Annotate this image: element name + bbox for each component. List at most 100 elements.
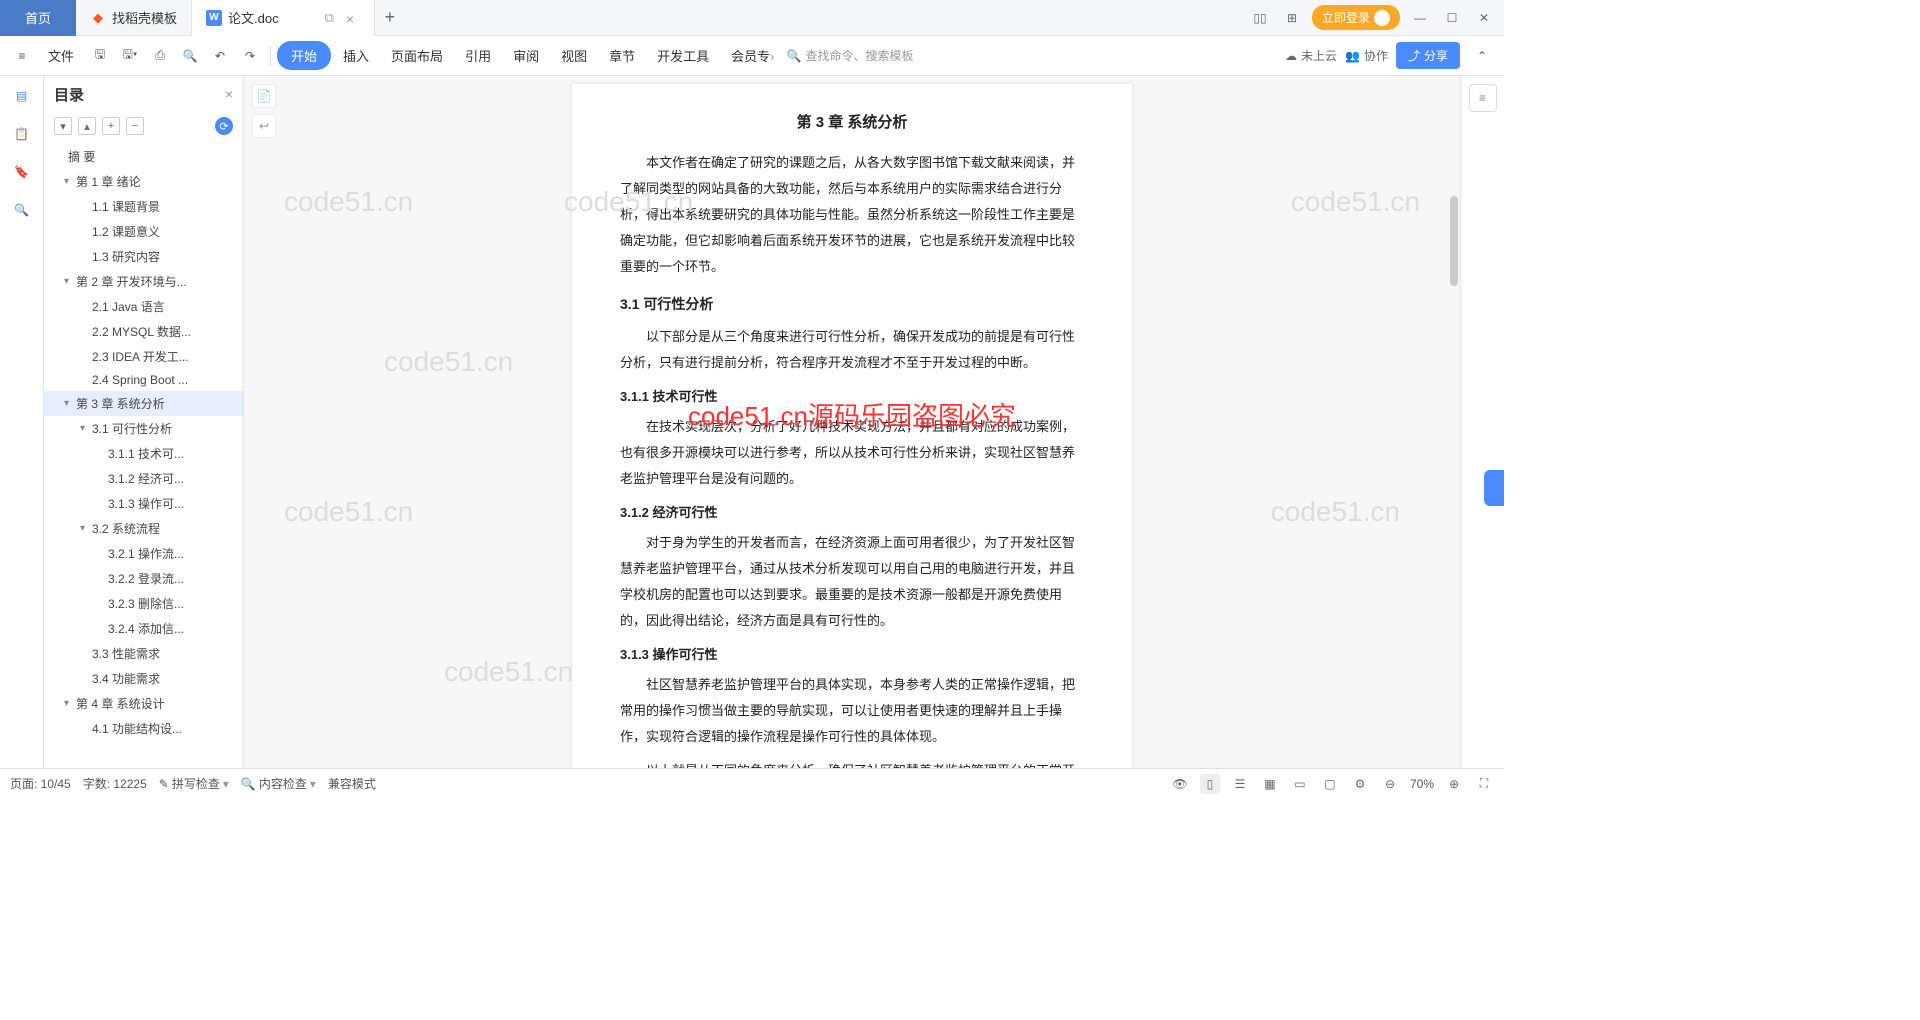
expand-all-icon[interactable]: ▴ xyxy=(78,117,96,135)
outline-item[interactable]: 3.3 性能需求 xyxy=(44,641,243,666)
coop-button[interactable]: 👥协作 xyxy=(1345,47,1388,64)
settings-icon[interactable]: ⚙ xyxy=(1350,774,1370,794)
outline-item[interactable]: ▾第 4 章 系统设计 xyxy=(44,691,243,716)
outline-item[interactable]: 2.3 IDEA 开发工... xyxy=(44,344,243,369)
outline-item[interactable]: ▾第 1 章 绪论 xyxy=(44,169,243,194)
cloud-status[interactable]: ☁未上云 xyxy=(1285,47,1337,64)
zoom-in-icon[interactable]: ⊕ xyxy=(1444,774,1464,794)
preview-icon[interactable]: 🔍 xyxy=(176,42,204,70)
clipboard-icon[interactable]: 📋 xyxy=(10,122,34,146)
back-icon[interactable]: ↩ xyxy=(252,114,276,138)
layout-icon[interactable]: ▯▯ xyxy=(1248,6,1272,30)
close-icon[interactable]: × xyxy=(346,11,360,25)
share-icon: ⤴ xyxy=(1408,47,1420,64)
menu-icon[interactable]: ≡ xyxy=(8,42,36,70)
tab-home[interactable]: 首页 xyxy=(0,0,76,36)
view-page-icon[interactable]: ▯ xyxy=(1200,774,1220,794)
page-indicator[interactable]: 页面: 10/45 xyxy=(10,775,71,792)
remove-icon[interactable]: − xyxy=(126,117,144,135)
outline-item[interactable]: 2.4 Spring Boot ... xyxy=(44,369,243,391)
login-button[interactable]: 立即登录 xyxy=(1312,5,1400,30)
menu-review[interactable]: 审阅 xyxy=(503,40,549,71)
heading-3-1-1: 3.1.1 技术可行性 xyxy=(620,384,1084,410)
save-icon[interactable]: 🖫 xyxy=(86,42,114,70)
outline-item[interactable]: 3.2.4 添加信... xyxy=(44,616,243,641)
outline-item[interactable]: 4.1 功能结构设... xyxy=(44,716,243,741)
word-count[interactable]: 字数: 12225 xyxy=(83,775,147,792)
outline-item[interactable]: 3.1.2 经济可... xyxy=(44,466,243,491)
outline-item[interactable]: 摘 要 xyxy=(44,144,243,169)
side-tab-button[interactable] xyxy=(1484,470,1504,506)
paragraph: 以下部分是从三个角度来进行可行性分析，确保开发成功的前提是有可行性分析，只有进行… xyxy=(620,324,1084,376)
outline-item[interactable]: 1.2 课题意义 xyxy=(44,219,243,244)
menu-vip[interactable]: 会员专› xyxy=(721,40,784,71)
bookmark-icon[interactable]: 🔖 xyxy=(10,160,34,184)
scrollbar[interactable] xyxy=(1450,76,1458,768)
sync-icon[interactable]: ⟳ xyxy=(215,117,233,135)
collapse-all-icon[interactable]: ▾ xyxy=(54,117,72,135)
saveas-icon[interactable]: 🖫▾ xyxy=(116,42,144,70)
outline-item[interactable]: 3.4 功能需求 xyxy=(44,666,243,691)
outline-panel: 目录 × ▾ ▴ + − ⟳ 摘 要▾第 1 章 绪论1.1 课题背景1.2 课… xyxy=(44,76,244,768)
content-check-button[interactable]: 🔍内容检查▾ xyxy=(241,775,316,792)
outline-item[interactable]: ▾3.2 系统流程 xyxy=(44,516,243,541)
scroll-thumb[interactable] xyxy=(1450,196,1458,286)
redo-icon[interactable]: ↷ xyxy=(236,42,264,70)
zoom-level[interactable]: 70% xyxy=(1410,777,1434,791)
outline-item[interactable]: 3.1.3 操作可... xyxy=(44,491,243,516)
menu-view[interactable]: 视图 xyxy=(551,40,597,71)
eye-icon[interactable]: 👁 xyxy=(1170,774,1190,794)
close-icon[interactable]: × xyxy=(225,86,233,102)
outline-item[interactable]: 3.2.1 操作流... xyxy=(44,541,243,566)
collapse-ribbon-icon[interactable]: ⌃ xyxy=(1468,42,1496,70)
titlebar: 首页 ◆ 找稻壳模板 W 论文.doc ⧉ × + ▯▯ ⊞ 立即登录 — ☐ … xyxy=(0,0,1504,36)
watermark: code51.cn xyxy=(384,346,513,378)
add-icon[interactable]: + xyxy=(102,117,120,135)
view-print-icon[interactable]: ▢ xyxy=(1320,774,1340,794)
outline-item[interactable]: 2.2 MYSQL 数据... xyxy=(44,319,243,344)
watermark: code51.cn xyxy=(1271,496,1400,528)
new-tab-button[interactable]: + xyxy=(375,7,405,28)
outline-item[interactable]: 3.2.2 登录流... xyxy=(44,566,243,591)
heading-3-1-2: 3.1.2 经济可行性 xyxy=(620,500,1084,526)
page-icon[interactable]: 📄 xyxy=(252,84,276,108)
view-web-icon[interactable]: ▦ xyxy=(1260,774,1280,794)
outline-tab-icon[interactable]: ▤ xyxy=(10,84,34,108)
close-window-icon[interactable]: ✕ xyxy=(1472,6,1496,30)
file-menu[interactable]: 文件 xyxy=(38,40,84,71)
fullscreen-icon[interactable]: ⛶ xyxy=(1474,774,1494,794)
share-button[interactable]: ⤴分享 xyxy=(1396,42,1460,69)
ai-panel-icon[interactable]: ≡ xyxy=(1469,84,1497,112)
outline-item[interactable]: ▾3.1 可行性分析 xyxy=(44,416,243,441)
outline-item[interactable]: 3.2.3 删除信... xyxy=(44,591,243,616)
outline-item[interactable]: 2.1 Java 语言 xyxy=(44,294,243,319)
zoom-out-icon[interactable]: ⊖ xyxy=(1380,774,1400,794)
outline-item[interactable]: 1.3 研究内容 xyxy=(44,244,243,269)
menu-devtools[interactable]: 开发工具 xyxy=(647,40,719,71)
outline-item[interactable]: ▾第 2 章 开发环境与... xyxy=(44,269,243,294)
command-search[interactable]: 🔍 查找命令、搜索模板 xyxy=(787,47,914,64)
spellcheck-button[interactable]: ✎拼写检查▾ xyxy=(159,775,229,792)
minimize-icon[interactable]: — xyxy=(1408,6,1432,30)
outline-item[interactable]: 3.1.1 技术可... xyxy=(44,441,243,466)
apps-icon[interactable]: ⊞ xyxy=(1280,6,1304,30)
content-icon: 🔍 xyxy=(241,777,256,791)
search-panel-icon[interactable]: 🔍 xyxy=(10,198,34,222)
undo-icon[interactable]: ↶ xyxy=(206,42,234,70)
menu-chapter[interactable]: 章节 xyxy=(599,40,645,71)
compat-mode[interactable]: 兼容模式 xyxy=(328,775,376,792)
outline-item[interactable]: 1.1 课题背景 xyxy=(44,194,243,219)
view-read-icon[interactable]: ▭ xyxy=(1290,774,1310,794)
window-detach-icon[interactable]: ⧉ xyxy=(325,10,334,26)
view-outline-icon[interactable]: ☰ xyxy=(1230,774,1250,794)
outline-item[interactable]: ▾第 3 章 系统分析 xyxy=(44,391,243,416)
document-page[interactable]: 第 3 章 系统分析 本文作者在确定了研究的课题之后，从各大数字图书馆下载文献来… xyxy=(572,84,1132,768)
tab-document[interactable]: W 论文.doc ⧉ × xyxy=(192,0,375,36)
menu-start[interactable]: 开始 xyxy=(277,41,331,70)
menu-insert[interactable]: 插入 xyxy=(333,40,379,71)
maximize-icon[interactable]: ☐ xyxy=(1440,6,1464,30)
menu-layout[interactable]: 页面布局 xyxy=(381,40,453,71)
tab-template[interactable]: ◆ 找稻壳模板 xyxy=(76,0,192,36)
print-icon[interactable]: ⎙ xyxy=(146,42,174,70)
menu-reference[interactable]: 引用 xyxy=(455,40,501,71)
